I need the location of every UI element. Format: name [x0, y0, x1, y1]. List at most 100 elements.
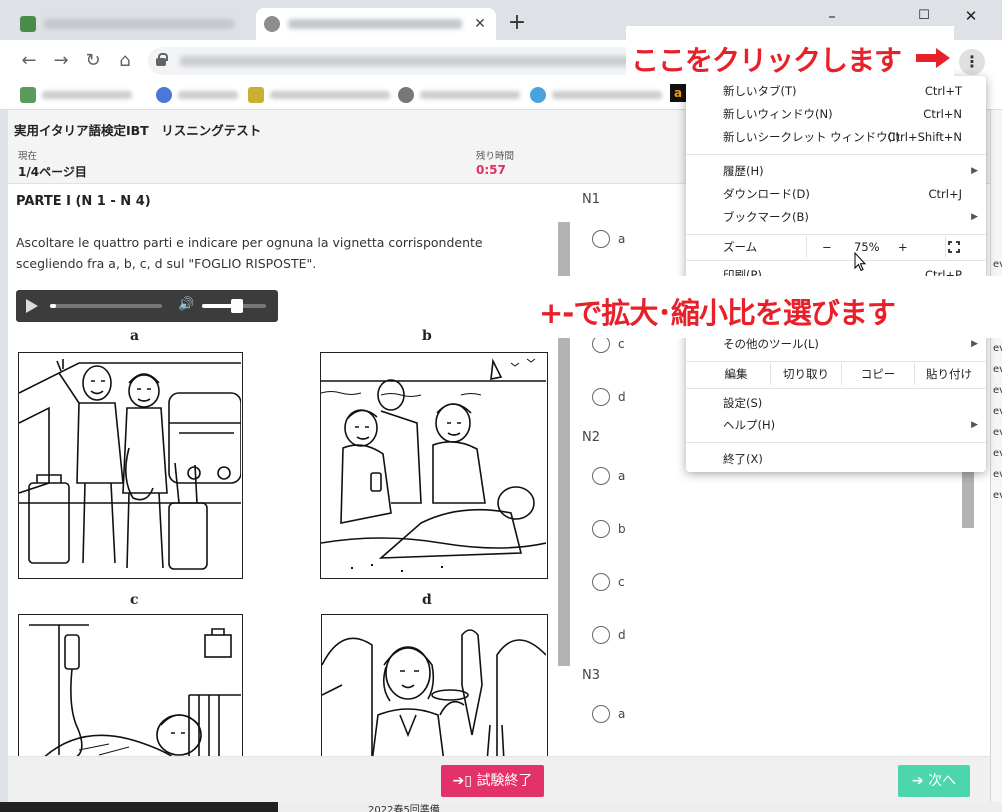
bookmark-favicon-icon [20, 87, 36, 103]
new-tab-button[interactable]: + [506, 12, 528, 34]
bookmark-favicon-icon [398, 87, 414, 103]
end-exam-button[interactable]: ➔▯ 試験終了 [441, 765, 544, 797]
option-n1-d[interactable]: d [592, 388, 626, 406]
amazon-bookmark-icon[interactable]: a [670, 84, 686, 102]
image-label-a: a [130, 328, 140, 344]
background-dark-area [0, 802, 278, 812]
bookmark-favicon-icon [248, 87, 264, 103]
edit-label: 編集 [724, 367, 748, 381]
exam-footer: ➔▯ 試験終了 ➔ 次へ [8, 756, 990, 802]
vignette-a-image [18, 352, 243, 579]
forward-button[interactable]: → [50, 50, 72, 72]
option-n2-c[interactable]: c [592, 573, 625, 591]
radio-button[interactable] [592, 520, 610, 538]
volume-icon[interactable]: 🔊 [178, 297, 194, 312]
background-side-text: ev [993, 427, 1002, 438]
background-side-text: ev [993, 406, 1002, 417]
background-side-text: ev [993, 448, 1002, 459]
menu-item-downloads[interactable]: ダウンロード(D) Ctrl+J [686, 183, 986, 205]
image-label-c: c [130, 592, 139, 608]
mouse-cursor-icon [854, 252, 866, 272]
option-n2-b[interactable]: b [592, 520, 626, 538]
bookmark-item[interactable] [398, 86, 520, 104]
vignette-b-image [320, 352, 548, 579]
bookmark-favicon-icon [530, 87, 546, 103]
volume-handle[interactable] [231, 299, 244, 313]
instruction-text: Ascoltare le quattro parti e indicare pe… [16, 235, 483, 271]
lock-icon [156, 53, 168, 66]
option-n1-a[interactable]: a [592, 230, 625, 248]
background-side-text: ev [993, 490, 1002, 501]
menu-divider [686, 442, 986, 443]
background-window-strip: evevevevevevevevevevevev [990, 110, 1002, 812]
radio-button[interactable] [592, 467, 610, 485]
menu-item-new-incognito[interactable]: 新しいシークレット ウィンドウ(I) Ctrl+Shift+N [686, 126, 986, 148]
menu-item-exit[interactable]: 終了(X) [686, 448, 986, 470]
reload-button[interactable]: ↻ [82, 50, 104, 72]
background-side-text: ev [993, 469, 1002, 480]
current-page-value: 1/4ページ目 [18, 165, 87, 179]
menu-item-help[interactable]: ヘルプ(H) ▶ [686, 414, 986, 436]
bookmark-item[interactable] [248, 86, 390, 104]
tab-title [44, 19, 234, 29]
menu-item-new-window[interactable]: 新しいウィンドウ(N) Ctrl+N [686, 103, 986, 125]
tab-2-active[interactable]: ✕ [256, 8, 496, 40]
favicon-icon [264, 16, 280, 32]
favicon-icon [20, 16, 36, 32]
radio-button[interactable] [592, 573, 610, 591]
menu-item-bookmarks[interactable]: ブックマーク(B) ▶ [686, 206, 986, 228]
bookmark-item[interactable] [20, 86, 132, 104]
background-side-text: ev [993, 385, 1002, 396]
browser-window: ✕ + – ☐ ✕ ← → ↻ ⌂ ⋮ a 実用イタリア語検定IBT リスニング… [0, 0, 1002, 812]
menu-zoom-row: ズーム − 75% + [686, 236, 986, 258]
annotation-click-text: ここをクリックします [631, 44, 902, 77]
home-button[interactable]: ⌂ [114, 50, 136, 72]
radio-button[interactable] [592, 388, 610, 406]
radio-button[interactable] [592, 230, 610, 248]
close-tab-icon[interactable]: ✕ [472, 16, 488, 32]
radio-button[interactable] [592, 626, 610, 644]
left-pane-scrollbar[interactable] [556, 184, 572, 756]
bookmark-item[interactable] [156, 86, 238, 104]
menu-item-history[interactable]: 履歴(H) ▶ [686, 160, 986, 182]
audio-player: 🔊 [16, 290, 278, 322]
option-n3-a[interactable]: a [592, 705, 625, 723]
close-window-button[interactable]: ✕ [948, 4, 994, 28]
submenu-arrow-icon: ▶ [971, 212, 978, 222]
vignette-d-image [321, 614, 548, 756]
remaining-label: 残り時間 [476, 151, 515, 162]
question-title-n3: N3 [582, 668, 600, 683]
image-label-b: b [422, 328, 432, 344]
radio-button[interactable] [592, 705, 610, 723]
fullscreen-icon[interactable] [948, 241, 960, 253]
red-arrow-icon [916, 48, 950, 68]
tab-1[interactable] [12, 8, 252, 40]
option-n2-d[interactable]: d [592, 626, 626, 644]
zoom-in-button[interactable]: + [898, 236, 908, 258]
zoom-label: ズーム [723, 240, 758, 254]
annotation-zoom: +-で拡大･縮小比を選びます [524, 276, 1002, 338]
play-icon[interactable] [26, 299, 38, 313]
audio-progress-track[interactable] [50, 304, 162, 308]
menu-item-settings[interactable]: 設定(S) [686, 392, 986, 414]
audio-progress-fill [50, 304, 56, 308]
menu-paste-button[interactable]: 貼り付け [915, 363, 983, 385]
image-label-d: d [422, 592, 432, 608]
menu-cut-button[interactable]: 切り取り [771, 363, 841, 385]
maximize-button[interactable]: ☐ [901, 4, 947, 28]
background-side-text: ev [993, 364, 1002, 375]
zoom-out-button[interactable]: − [822, 236, 832, 258]
next-button[interactable]: ➔ 次へ [898, 765, 970, 797]
menu-divider [686, 154, 986, 155]
bookmark-item[interactable] [530, 86, 662, 104]
option-n2-a[interactable]: a [592, 467, 625, 485]
menu-divider [686, 260, 986, 261]
minimize-button[interactable]: – [809, 4, 855, 28]
chrome-menu-button[interactable]: ⋮ [959, 49, 985, 75]
url-text [180, 56, 660, 66]
menu-edit-row: 編集 切り取り コピー 貼り付け [686, 363, 986, 385]
submenu-arrow-icon: ▶ [971, 166, 978, 176]
page-title: 実用イタリア語検定IBT リスニングテスト [14, 123, 262, 138]
back-button[interactable]: ← [18, 50, 40, 72]
menu-copy-button[interactable]: コピー [842, 363, 914, 385]
